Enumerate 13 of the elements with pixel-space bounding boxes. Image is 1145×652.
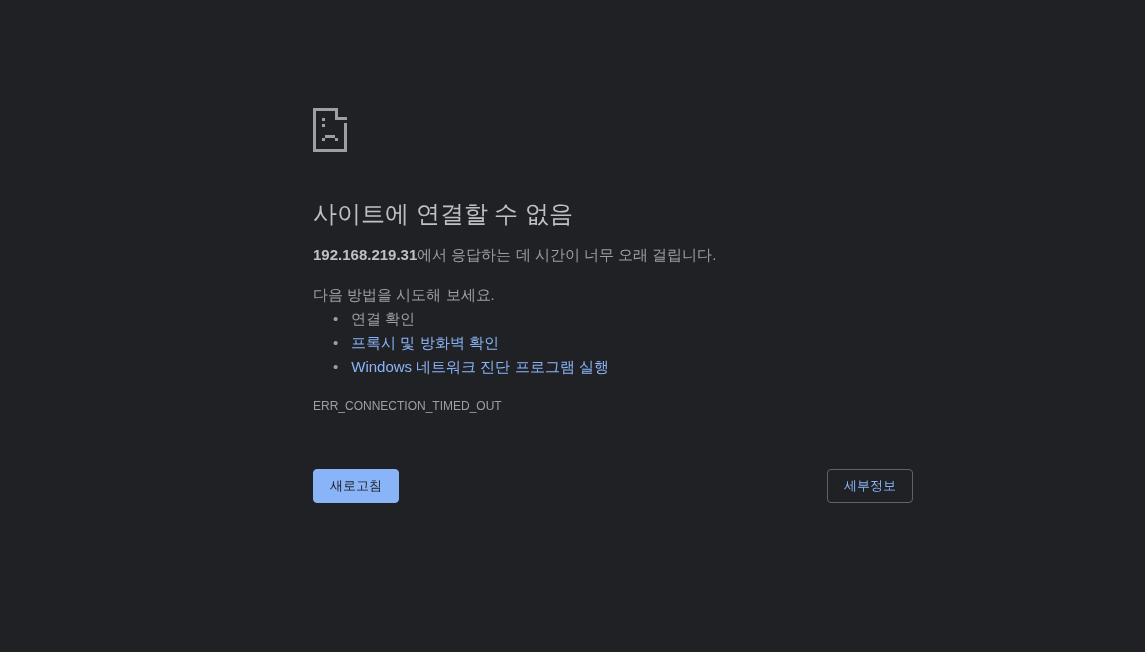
bullet: • (333, 333, 339, 353)
error-code: ERR_CONNECTION_TIMED_OUT (313, 399, 502, 413)
suggestion-link[interactable]: Windows 네트워크 진단 프로그램 실행 (351, 355, 609, 379)
sad-page-icon (313, 108, 347, 152)
bullet: • (333, 357, 339, 377)
error-message: 192.168.219.31에서 응답하는 데 시간이 너무 오래 걸립니다. (313, 245, 717, 265)
details-button[interactable]: 세부정보 (827, 469, 913, 503)
suggestion-link[interactable]: 프록시 및 방화벽 확인 (351, 331, 499, 355)
suggestion-text: 연결 확인 (351, 309, 416, 329)
error-heading: 사이트에 연결할 수 없음 (313, 200, 573, 228)
bullet: • (333, 309, 339, 329)
suggestions-intro: 다음 방법을 시도해 보세요. (313, 285, 495, 305)
reload-button[interactable]: 새로고침 (313, 469, 399, 503)
